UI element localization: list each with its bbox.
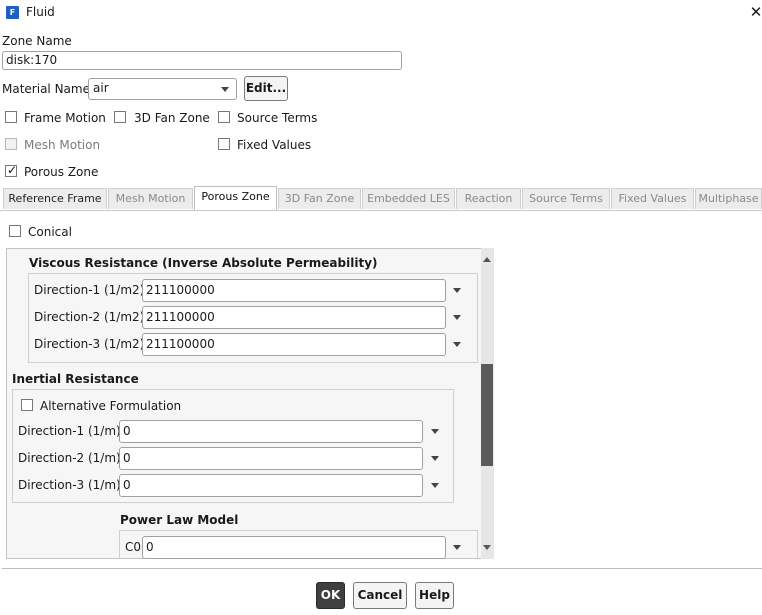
porous-zone-checkbox[interactable] bbox=[5, 163, 17, 177]
fixed-values-label: Fixed Values bbox=[237, 138, 312, 152]
power-law-title: Power Law Model bbox=[120, 513, 239, 527]
inertial-dir3-input[interactable]: 0 bbox=[119, 474, 423, 497]
conical-label: Conical bbox=[28, 225, 72, 239]
viscous-dir2-label: Direction-2 (1/m2) bbox=[34, 310, 145, 324]
ok-button[interactable]: OK bbox=[316, 582, 345, 609]
fan-zone-3d-label: 3D Fan Zone bbox=[134, 111, 210, 125]
material-name-label: Material Name bbox=[2, 82, 90, 96]
viscous-dir1-input[interactable]: 211100000 bbox=[142, 279, 446, 302]
title-bar bbox=[0, 0, 762, 26]
footer-divider bbox=[2, 568, 762, 569]
frame-motion-label: Frame Motion bbox=[24, 111, 106, 125]
edit-material-button[interactable]: Edit... bbox=[244, 76, 288, 101]
mesh-motion-checkbox bbox=[5, 138, 17, 150]
close-icon[interactable]: ✕ bbox=[748, 3, 762, 21]
window-title: Fluid bbox=[26, 5, 55, 19]
material-name-value: air bbox=[93, 81, 109, 95]
material-name-dropdown[interactable]: air bbox=[88, 78, 237, 100]
fluent-app-icon: F bbox=[6, 6, 19, 19]
viscous-resistance-title: Viscous Resistance (Inverse Absolute Per… bbox=[29, 256, 378, 270]
source-terms-checkbox[interactable] bbox=[218, 111, 230, 123]
frame-motion-checkbox[interactable] bbox=[5, 111, 17, 123]
viscous-dir3-input[interactable]: 211100000 bbox=[142, 333, 446, 356]
inertial-dir2-input[interactable]: 0 bbox=[119, 447, 423, 470]
tab-3d-fan-zone[interactable]: 3D Fan Zone bbox=[278, 188, 361, 209]
c0-input[interactable]: 0 bbox=[142, 536, 446, 559]
viscous-dir3-label: Direction-3 (1/m2) bbox=[34, 337, 145, 351]
chevron-down-icon[interactable] bbox=[453, 288, 461, 293]
tab-reaction[interactable]: Reaction bbox=[456, 188, 521, 209]
fan-zone-3d-checkbox[interactable] bbox=[114, 111, 126, 123]
mesh-motion-label: Mesh Motion bbox=[24, 138, 101, 152]
inertial-dir2-label: Direction-2 (1/m) bbox=[18, 451, 121, 465]
chevron-down-icon[interactable] bbox=[431, 456, 439, 461]
viscous-dir2-input[interactable]: 211100000 bbox=[142, 306, 446, 329]
viscous-dir1-label: Direction-1 (1/m2) bbox=[34, 283, 145, 297]
alternative-formulation-checkbox[interactable] bbox=[21, 399, 33, 411]
tab-mesh-motion[interactable]: Mesh Motion bbox=[108, 188, 193, 209]
tab-reference-frame[interactable]: Reference Frame bbox=[3, 188, 107, 209]
inertial-dir3-label: Direction-3 (1/m) bbox=[18, 478, 121, 492]
help-button[interactable]: Help bbox=[415, 582, 454, 609]
porous-zone-label: Porous Zone bbox=[24, 165, 99, 179]
chevron-down-icon[interactable] bbox=[453, 315, 461, 320]
zone-name-input[interactable]: disk:170 bbox=[2, 51, 402, 70]
conical-checkbox[interactable] bbox=[9, 225, 21, 237]
scrollbar-thumb[interactable] bbox=[481, 364, 493, 466]
scroll-down-icon[interactable] bbox=[483, 545, 491, 550]
zone-name-label: Zone Name bbox=[2, 34, 72, 48]
chevron-down-icon[interactable] bbox=[431, 429, 439, 434]
chevron-down-icon[interactable] bbox=[453, 545, 461, 550]
fixed-values-checkbox[interactable] bbox=[218, 138, 230, 150]
tab-fixed-values[interactable]: Fixed Values bbox=[611, 188, 694, 209]
tab-porous-zone[interactable]: Porous Zone bbox=[194, 186, 277, 210]
chevron-down-icon[interactable] bbox=[453, 342, 461, 347]
tab-multiphase[interactable]: Multiphase bbox=[695, 188, 762, 209]
tab-source-terms[interactable]: Source Terms bbox=[522, 188, 610, 209]
alternative-formulation-label: Alternative Formulation bbox=[40, 399, 182, 413]
source-terms-label: Source Terms bbox=[237, 111, 318, 125]
chevron-down-icon bbox=[221, 87, 229, 92]
scroll-up-icon[interactable] bbox=[483, 257, 491, 262]
inertial-dir1-input[interactable]: 0 bbox=[119, 420, 423, 443]
chevron-down-icon[interactable] bbox=[431, 483, 439, 488]
c0-label: C0 bbox=[125, 540, 142, 554]
cancel-button[interactable]: Cancel bbox=[353, 582, 407, 609]
inertial-resistance-title: Inertial Resistance bbox=[12, 372, 139, 386]
tab-embedded-les[interactable]: Embedded LES bbox=[362, 188, 455, 209]
inertial-dir1-label: Direction-1 (1/m) bbox=[18, 424, 121, 438]
